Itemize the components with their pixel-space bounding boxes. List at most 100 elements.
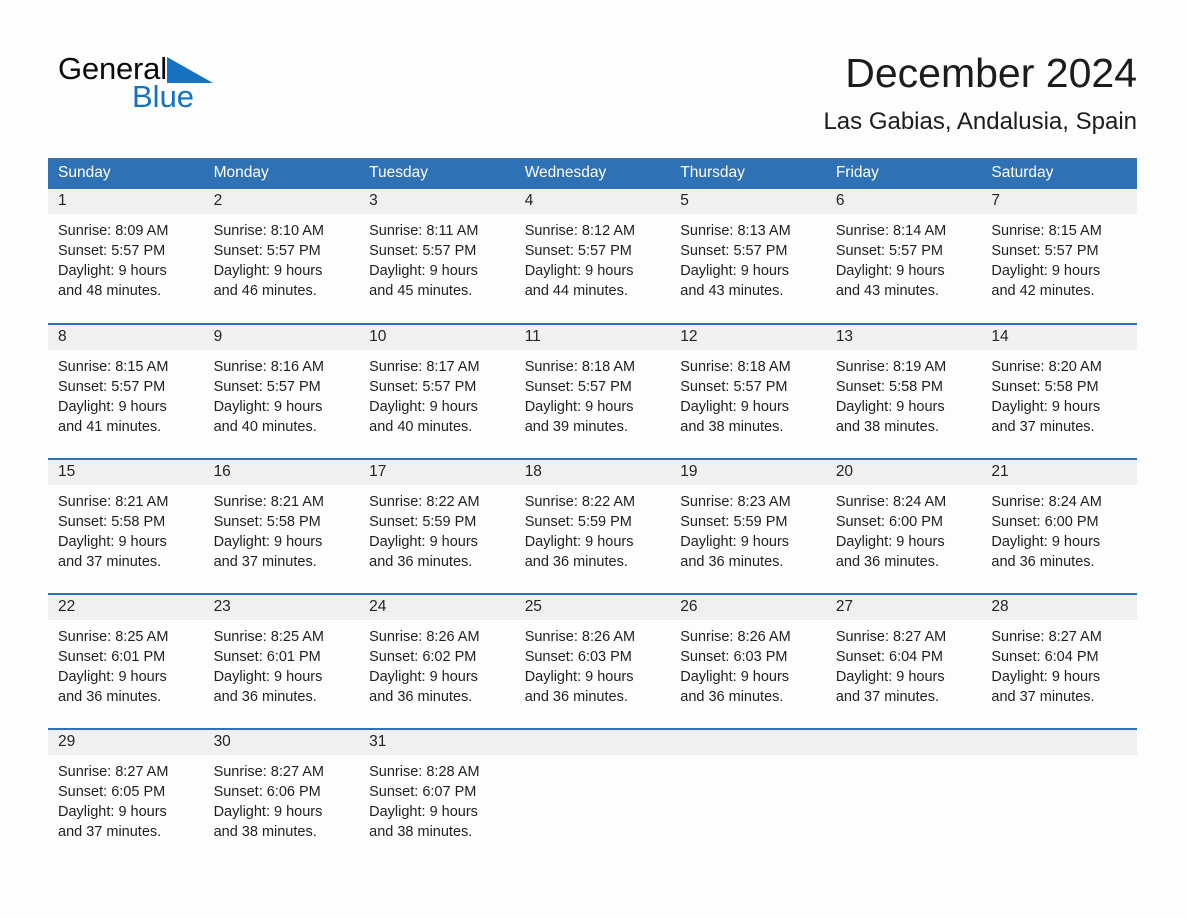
weekday-header-monday: Monday (203, 158, 360, 189)
day-info: Sunrise: 8:15 AM Sunset: 5:57 PM Daylight:… (981, 214, 1137, 301)
sunset-time: Sunset: 6:06 PM (213, 784, 321, 800)
calendar-day-cell[interactable]: 14 Sunrise: 8:20 AM Sunset: 5:58 PM Dayligh… (981, 323, 1137, 459)
daylight-duration-line2: and 44 minutes. (524, 283, 628, 299)
calendar-day-cell[interactable]: 15 Sunrise: 8:21 AM Sunset: 5:58 PM Dayligh… (48, 458, 204, 594)
daylight-duration-line2: and 39 minutes. (524, 419, 628, 435)
day-number (825, 730, 982, 755)
day-number: 7 (981, 189, 1137, 214)
calendar-day-cell[interactable]: 31 Sunrise: 8:28 AM Sunset: 6:07 PM Dayligh… (359, 728, 515, 855)
daylight-duration-line2: and 37 minutes. (213, 554, 317, 570)
sunset-time: Sunset: 5:57 PM (680, 379, 788, 395)
sunset-time: Sunset: 5:57 PM (58, 243, 166, 259)
day-info: Sunrise: 8:13 AM Sunset: 5:57 PM Daylight:… (670, 214, 826, 301)
day-number: 23 (203, 595, 360, 620)
calendar-day-cell[interactable]: 5 Sunrise: 8:13 AM Sunset: 5:57 PM Daylight… (670, 189, 826, 324)
sunrise-time: Sunrise: 8:14 AM (835, 223, 947, 239)
daylight-duration-line1: Daylight: 9 hours (213, 804, 323, 820)
day-info: Sunrise: 8:26 AM Sunset: 6:02 PM Daylight:… (359, 620, 515, 707)
day-info: Sunrise: 8:23 AM Sunset: 5:59 PM Daylight:… (670, 485, 826, 572)
day-info: Sunrise: 8:24 AM Sunset: 6:00 PM Daylight:… (981, 485, 1137, 572)
sunset-time: Sunset: 5:58 PM (213, 514, 321, 530)
day-number: 21 (981, 460, 1137, 485)
sunrise-time: Sunrise: 8:11 AM (369, 223, 479, 239)
sunset-time: Sunset: 6:01 PM (213, 649, 321, 665)
daylight-duration-line1: Daylight: 9 hours (991, 669, 1101, 685)
calendar-day-cell[interactable]: 30 Sunrise: 8:27 AM Sunset: 6:06 PM Dayligh… (203, 728, 360, 855)
page-title: December 2024 (845, 50, 1137, 96)
day-number: 15 (48, 460, 204, 485)
sunrise-time: Sunrise: 8:17 AM (369, 359, 480, 375)
calendar-day-cell[interactable]: 23 Sunrise: 8:25 AM Sunset: 6:01 PM Dayligh… (203, 593, 360, 729)
calendar-day-cell[interactable]: 13 Sunrise: 8:19 AM Sunset: 5:58 PM Dayligh… (825, 323, 982, 459)
day-info: Sunrise: 8:09 AM Sunset: 5:57 PM Daylight:… (48, 214, 204, 301)
sunrise-time: Sunrise: 8:23 AM (680, 494, 791, 510)
day-number: 11 (514, 325, 671, 350)
sunset-time: Sunset: 5:57 PM (369, 243, 477, 259)
sunset-time: Sunset: 6:03 PM (680, 649, 788, 665)
calendar-day-cell[interactable]: 25 Sunrise: 8:26 AM Sunset: 6:03 PM Dayligh… (514, 593, 671, 729)
daylight-duration-line2: and 43 minutes. (680, 283, 784, 299)
sunrise-time: Sunrise: 8:21 AM (213, 494, 324, 510)
calendar-day-cell[interactable]: 12 Sunrise: 8:18 AM Sunset: 5:57 PM Dayligh… (670, 323, 826, 459)
calendar-day-cell[interactable]: 3 Sunrise: 8:11 AM Sunset: 5:57 PM Daylight… (359, 189, 515, 324)
day-number: 14 (981, 325, 1137, 350)
calendar-day-cell-empty (514, 728, 671, 855)
calendar-day-cell[interactable]: 17 Sunrise: 8:22 AM Sunset: 5:59 PM Dayligh… (359, 458, 515, 594)
daylight-duration-line1: Daylight: 9 hours (524, 399, 634, 415)
sunset-time: Sunset: 6:02 PM (369, 649, 477, 665)
sunrise-time: Sunrise: 8:15 AM (58, 359, 169, 375)
day-info: Sunrise: 8:18 AM Sunset: 5:57 PM Daylight:… (515, 350, 671, 437)
calendar-day-cell[interactable]: 1 Sunrise: 8:09 AM Sunset: 5:57 PM Daylight… (48, 189, 204, 324)
day-info: Sunrise: 8:28 AM Sunset: 6:07 PM Daylight:… (359, 755, 515, 842)
sunrise-time: Sunrise: 8:21 AM (58, 494, 169, 510)
calendar-day-cell[interactable]: 28 Sunrise: 8:27 AM Sunset: 6:04 PM Dayligh… (981, 593, 1137, 729)
daylight-duration-line1: Daylight: 9 hours (680, 669, 790, 685)
day-info: Sunrise: 8:25 AM Sunset: 6:01 PM Daylight:… (48, 620, 204, 707)
sunset-time: Sunset: 5:58 PM (991, 379, 1099, 395)
calendar-day-cell[interactable]: 4 Sunrise: 8:12 AM Sunset: 5:57 PM Daylight… (514, 189, 671, 324)
daylight-duration-line2: and 40 minutes. (213, 419, 317, 435)
day-number: 10 (359, 325, 515, 350)
sunrise-time: Sunrise: 8:27 AM (835, 629, 947, 645)
general-blue-logo[interactable]: General Blue (58, 52, 358, 122)
calendar-day-cell[interactable]: 11 Sunrise: 8:18 AM Sunset: 5:57 PM Dayligh… (514, 323, 671, 459)
calendar-day-cell[interactable]: 22 Sunrise: 8:25 AM Sunset: 6:01 PM Dayligh… (48, 593, 204, 729)
daylight-duration-line2: and 36 minutes. (835, 554, 939, 570)
calendar-day-cell[interactable]: 2 Sunrise: 8:10 AM Sunset: 5:57 PM Daylight… (203, 189, 360, 324)
calendar-day-cell[interactable]: 6 Sunrise: 8:14 AM Sunset: 5:57 PM Daylight… (825, 189, 982, 324)
day-number: 6 (825, 189, 982, 214)
calendar-day-cell[interactable]: 19 Sunrise: 8:23 AM Sunset: 5:59 PM Dayligh… (670, 458, 826, 594)
day-info: Sunrise: 8:19 AM Sunset: 5:58 PM Daylight:… (826, 350, 982, 437)
weekday-header-thursday: Thursday (670, 158, 826, 189)
sunrise-time: Sunrise: 8:15 AM (991, 223, 1102, 239)
calendar-day-cell[interactable]: 10 Sunrise: 8:17 AM Sunset: 5:57 PM Dayligh… (359, 323, 515, 459)
day-number: 31 (359, 730, 515, 755)
calendar-day-cell[interactable]: 29 Sunrise: 8:27 AM Sunset: 6:05 PM Dayligh… (48, 728, 204, 855)
day-number: 25 (514, 595, 671, 620)
daylight-duration-line1: Daylight: 9 hours (213, 669, 323, 685)
day-info: Sunrise: 8:22 AM Sunset: 5:59 PM Daylight:… (359, 485, 515, 572)
daylight-duration-line2: and 36 minutes. (58, 689, 162, 705)
calendar-day-cell[interactable]: 16 Sunrise: 8:21 AM Sunset: 5:58 PM Dayligh… (203, 458, 360, 594)
calendar-day-cell[interactable]: 8 Sunrise: 8:15 AM Sunset: 5:57 PM Daylight… (48, 323, 204, 459)
calendar-day-cell[interactable]: 7 Sunrise: 8:15 AM Sunset: 5:57 PM Daylight… (981, 189, 1137, 324)
sunrise-time: Sunrise: 8:27 AM (991, 629, 1102, 645)
day-number: 5 (670, 189, 826, 214)
calendar-day-cell[interactable]: 27 Sunrise: 8:27 AM Sunset: 6:04 PM Dayligh… (825, 593, 982, 729)
calendar-day-cell[interactable]: 20 Sunrise: 8:24 AM Sunset: 6:00 PM Dayligh… (825, 458, 982, 594)
day-number (514, 730, 671, 755)
calendar-day-cell[interactable]: 21 Sunrise: 8:24 AM Sunset: 6:00 PM Dayligh… (981, 458, 1137, 594)
sunrise-time: Sunrise: 8:25 AM (213, 629, 324, 645)
calendar-day-cell[interactable]: 26 Sunrise: 8:26 AM Sunset: 6:03 PM Dayligh… (670, 593, 826, 729)
daylight-duration-line1: Daylight: 9 hours (835, 669, 945, 685)
calendar-day-cell[interactable]: 24 Sunrise: 8:26 AM Sunset: 6:02 PM Dayligh… (359, 593, 515, 729)
calendar-day-cell[interactable]: 18 Sunrise: 8:22 AM Sunset: 5:59 PM Dayligh… (514, 458, 671, 594)
day-number (670, 730, 826, 755)
daylight-duration-line1: Daylight: 9 hours (369, 669, 478, 685)
calendar-day-cell[interactable]: 9 Sunrise: 8:16 AM Sunset: 5:57 PM Daylight… (203, 323, 360, 459)
daylight-duration-line2: and 38 minutes. (213, 824, 317, 840)
sunset-time: Sunset: 5:58 PM (58, 514, 166, 530)
daylight-duration-line2: and 37 minutes. (58, 554, 162, 570)
daylight-duration-line1: Daylight: 9 hours (524, 263, 634, 279)
day-info: Sunrise: 8:26 AM Sunset: 6:03 PM Daylight:… (670, 620, 826, 707)
